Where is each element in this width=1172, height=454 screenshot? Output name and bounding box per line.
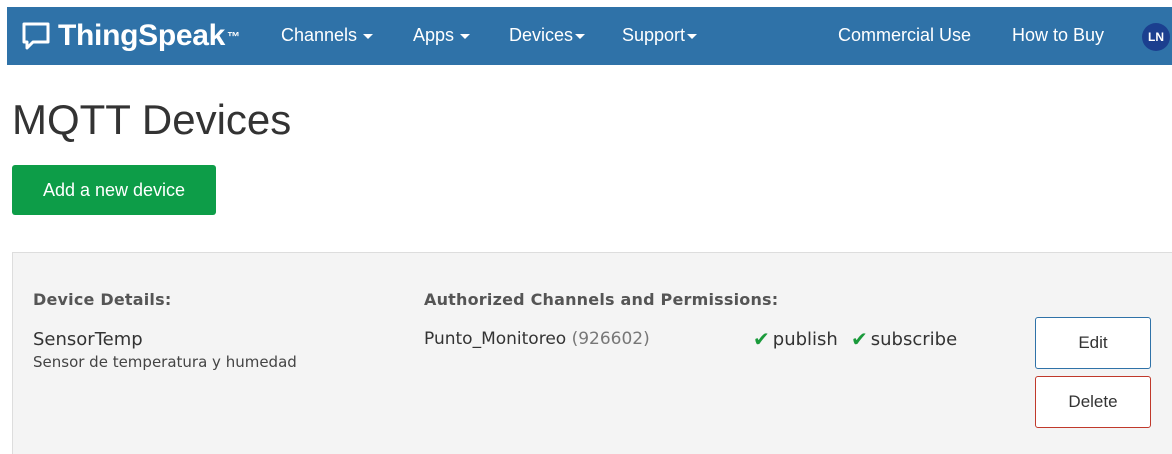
delete-device-button[interactable]: Delete xyxy=(1035,376,1151,428)
nav-commercial-use[interactable]: Commercial Use xyxy=(838,25,971,46)
permission-subscribe: ✔ subscribe xyxy=(851,327,957,351)
device-name: SensorTemp xyxy=(33,329,143,350)
caret-down-icon xyxy=(363,33,374,39)
nav-support-label: Support xyxy=(622,25,686,45)
caret-down-icon xyxy=(687,33,698,39)
nav-support[interactable]: Support xyxy=(622,25,698,46)
add-new-device-button[interactable]: Add a new device xyxy=(12,165,216,215)
top-navbar: ThingSpeak ™ Channels Apps Devices Suppo… xyxy=(7,7,1172,65)
device-panel: Device Details: Authorized Channels and … xyxy=(12,252,1172,454)
nav-apps-label: Apps xyxy=(413,25,455,45)
check-icon: ✔ xyxy=(851,327,868,351)
caret-down-icon xyxy=(575,33,586,39)
channel-name: Punto_Monitoreo xyxy=(424,329,567,349)
authorized-channels-label: Authorized Channels and Permissions: xyxy=(424,290,779,309)
nav-devices[interactable]: Devices xyxy=(509,25,586,46)
check-icon: ✔ xyxy=(753,327,770,351)
channel-id: (926602) xyxy=(571,329,650,349)
thingspeak-logo[interactable]: ThingSpeak ™ xyxy=(20,17,240,55)
brand-name: ThingSpeak xyxy=(58,19,226,52)
device-details-label: Device Details: xyxy=(33,290,172,309)
nav-channels-label: Channels xyxy=(281,25,358,45)
edit-device-button[interactable]: Edit xyxy=(1035,317,1151,369)
permission-publish-label: publish xyxy=(772,328,838,350)
nav-channels[interactable]: Channels xyxy=(281,25,374,46)
speech-bubble-icon xyxy=(22,22,50,50)
trademark-symbol: ™ xyxy=(227,28,241,44)
permission-publish: ✔ publish xyxy=(753,327,838,351)
nav-apps[interactable]: Apps xyxy=(413,25,471,46)
nav-devices-label: Devices xyxy=(509,25,574,45)
permission-subscribe-label: subscribe xyxy=(870,328,958,350)
page-title: MQTT Devices xyxy=(12,96,292,143)
user-avatar[interactable]: LN xyxy=(1142,23,1170,51)
authorized-channel: Punto_Monitoreo (926602) xyxy=(424,329,650,349)
device-description: Sensor de temperatura y humedad xyxy=(33,353,297,371)
caret-down-icon xyxy=(460,33,471,39)
nav-how-to-buy[interactable]: How to Buy xyxy=(1012,25,1104,46)
